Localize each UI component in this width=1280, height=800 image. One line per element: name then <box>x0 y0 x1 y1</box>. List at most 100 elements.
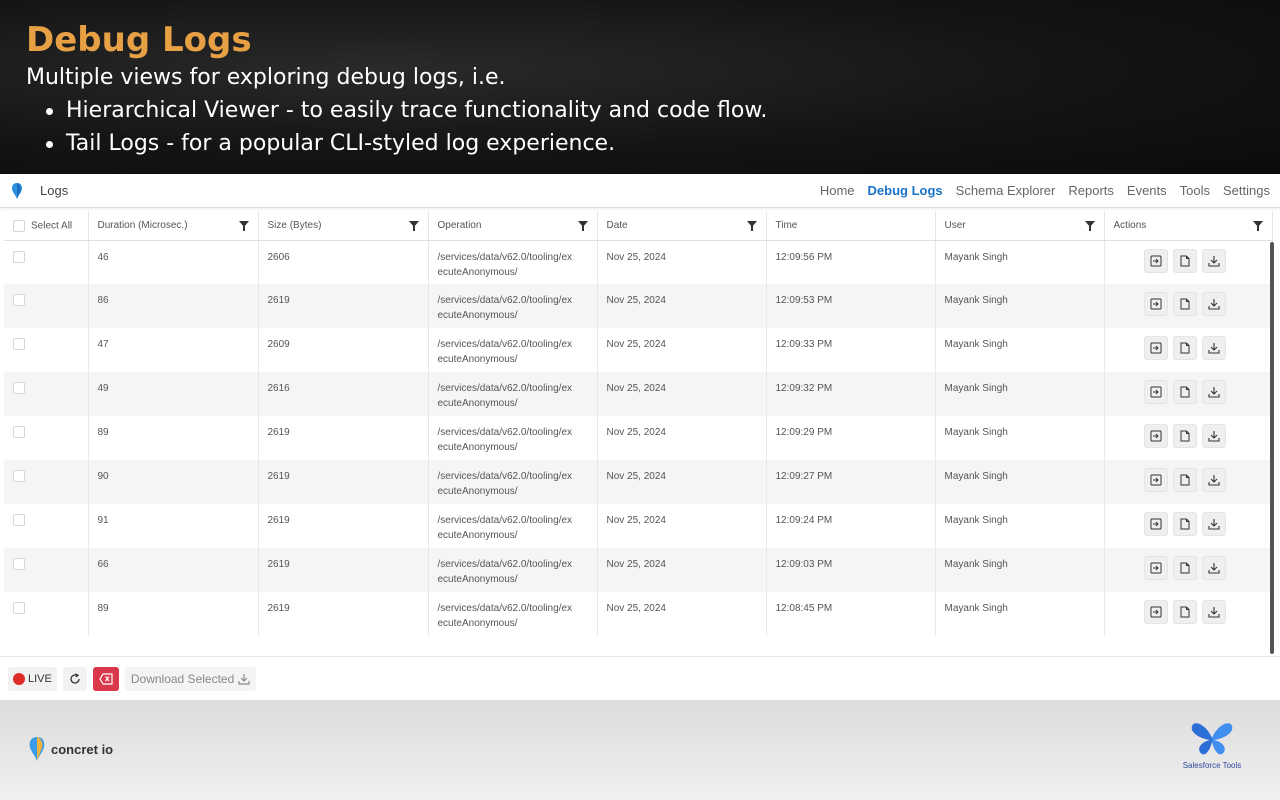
filter-icon[interactable] <box>1252 221 1263 231</box>
table-footer-toolbar: LIVE Download Selected <box>0 656 1280 700</box>
column-header-operation[interactable]: Operation <box>428 212 598 241</box>
nav-events[interactable]: Events <box>1127 183 1167 198</box>
download-log-button[interactable] <box>1201 292 1226 316</box>
row-select-cell[interactable] <box>4 328 89 372</box>
row-select-cell[interactable] <box>4 548 89 592</box>
download-log-button[interactable] <box>1201 468 1226 492</box>
download-selected-button[interactable]: Download Selected <box>124 666 257 691</box>
column-header-user[interactable]: User <box>935 212 1105 241</box>
salesforce-tools-text: Salesforce Tools <box>1182 761 1242 770</box>
column-header-date[interactable]: Date <box>597 212 767 241</box>
view-file-icon <box>1179 342 1191 354</box>
row-select-cell[interactable] <box>4 240 89 284</box>
logs-table-container: Select All Duration (Microsec.) Size (By… <box>4 212 1276 654</box>
row-checkbox[interactable] <box>13 558 25 571</box>
row-select-cell[interactable] <box>4 504 89 548</box>
open-log-button[interactable] <box>1143 424 1168 448</box>
view-file-button[interactable] <box>1172 424 1197 448</box>
row-select-cell[interactable] <box>4 372 89 416</box>
table-row[interactable]: 66 2619/services/data/v62.0/tooling/ex ecu… <box>4 548 1273 592</box>
open-log-button[interactable] <box>1143 380 1168 404</box>
size-cell: 2619 <box>258 416 429 460</box>
actions-cell <box>1104 240 1273 284</box>
download-log-button[interactable] <box>1201 556 1226 580</box>
operation-text: ecuteAnonymous/ <box>437 310 518 321</box>
row-select-cell[interactable] <box>4 416 89 460</box>
time-cell: 12:09:27 PM <box>766 460 936 504</box>
nav-schema-explorer[interactable]: Schema Explorer <box>956 183 1056 198</box>
table-row[interactable]: 89 2619/services/data/v62.0/tooling/ex ecu… <box>4 416 1273 460</box>
download-log-button[interactable] <box>1201 600 1226 624</box>
row-select-cell[interactable] <box>4 460 89 504</box>
table-scrollbar[interactable] <box>1270 242 1274 654</box>
view-file-button[interactable] <box>1172 336 1197 360</box>
live-toggle-button[interactable]: LIVE <box>8 666 57 691</box>
table-row[interactable]: 91 2619/services/data/v62.0/tooling/ex ecu… <box>4 504 1273 548</box>
download-log-button[interactable] <box>1201 248 1226 273</box>
table-row[interactable]: 90 2619/services/data/v62.0/tooling/ex ecu… <box>4 460 1273 504</box>
filter-icon[interactable] <box>408 221 419 231</box>
table-row[interactable]: 49 2616/services/data/v62.0/tooling/ex ecu… <box>4 372 1273 416</box>
nav-settings[interactable]: Settings <box>1223 183 1270 198</box>
view-file-button[interactable] <box>1172 468 1197 492</box>
table-row[interactable]: 89 2619/services/data/v62.0/tooling/ex ecu… <box>4 592 1273 636</box>
app-logo-icon <box>12 182 22 199</box>
download-log-button[interactable] <box>1201 336 1226 360</box>
filter-icon[interactable] <box>238 221 249 231</box>
table-row[interactable]: 46 2606/services/data/v62.0/tooling/ex ecu… <box>4 240 1273 284</box>
clear-logs-button[interactable] <box>92 666 119 691</box>
select-all-checkbox[interactable] <box>13 219 25 232</box>
duration-cell: 49 <box>88 372 259 416</box>
column-header-actions[interactable]: Actions <box>1104 212 1273 241</box>
nav-debug-logs[interactable]: Debug Logs <box>868 183 943 198</box>
view-file-button[interactable] <box>1172 512 1197 536</box>
size-cell: 2609 <box>258 328 429 372</box>
view-file-button[interactable] <box>1172 600 1197 624</box>
concret-logo-icon <box>29 737 45 761</box>
filter-icon[interactable] <box>1084 221 1095 231</box>
view-file-button[interactable] <box>1172 556 1197 580</box>
row-checkbox[interactable] <box>13 338 25 351</box>
row-select-cell[interactable] <box>4 284 89 328</box>
download-log-button[interactable] <box>1201 380 1226 404</box>
column-header-duration[interactable]: Duration (Microsec.) <box>88 212 259 241</box>
row-checkbox[interactable] <box>13 514 25 527</box>
view-file-button[interactable] <box>1172 248 1197 273</box>
open-log-button[interactable] <box>1143 600 1168 624</box>
view-file-button[interactable] <box>1172 292 1197 316</box>
filter-icon[interactable] <box>746 221 757 231</box>
open-log-button[interactable] <box>1143 512 1168 536</box>
column-header-time[interactable]: Time <box>766 212 936 241</box>
row-checkbox[interactable] <box>13 294 25 307</box>
select-all-header[interactable]: Select All <box>4 212 89 241</box>
open-log-button[interactable] <box>1143 248 1168 273</box>
row-checkbox[interactable] <box>13 470 25 483</box>
row-select-cell[interactable] <box>4 592 89 636</box>
row-checkbox[interactable] <box>13 250 25 263</box>
row-checkbox[interactable] <box>13 382 25 395</box>
open-log-button[interactable] <box>1143 556 1168 580</box>
download-log-button[interactable] <box>1201 424 1226 448</box>
nav-reports[interactable]: Reports <box>1068 183 1114 198</box>
row-checkbox[interactable] <box>13 602 25 615</box>
date-cell: Nov 25, 2024 <box>597 284 767 328</box>
refresh-button[interactable] <box>62 666 87 691</box>
row-actions <box>1114 424 1263 448</box>
open-log-button[interactable] <box>1143 336 1168 360</box>
top-navbar: Logs Home Debug Logs Schema Explorer Rep… <box>0 174 1280 208</box>
download-log-button[interactable] <box>1201 512 1226 536</box>
open-log-button[interactable] <box>1143 292 1168 316</box>
open-log-button[interactable] <box>1143 468 1168 492</box>
table-row[interactable]: 47 2609/services/data/v62.0/tooling/ex ecu… <box>4 328 1273 372</box>
filter-icon[interactable] <box>577 221 588 231</box>
row-checkbox[interactable] <box>13 426 25 439</box>
view-file-button[interactable] <box>1172 380 1197 404</box>
table-row[interactable]: 86 2619/services/data/v62.0/tooling/ex ecu… <box>4 284 1273 328</box>
size-cell: 2619 <box>258 548 429 592</box>
nav-tools[interactable]: Tools <box>1180 183 1210 198</box>
concret-io-logo: concret io <box>26 736 113 762</box>
row-actions <box>1114 512 1263 536</box>
operation-text: ecuteAnonymous/ <box>437 574 518 585</box>
nav-home[interactable]: Home <box>820 183 855 198</box>
column-header-size[interactable]: Size (Bytes) <box>258 212 429 241</box>
